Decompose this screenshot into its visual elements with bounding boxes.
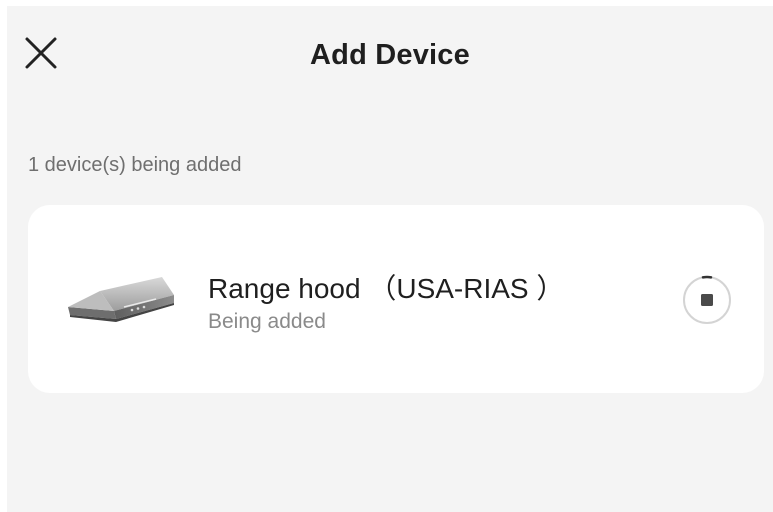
stop-adding-button[interactable] bbox=[682, 275, 732, 325]
devices-being-added-count: 1 device(s) being added bbox=[28, 154, 242, 176]
stop-progress-icon bbox=[683, 275, 731, 324]
device-name: Range hood （USA-RIAS ） bbox=[208, 273, 565, 304]
range-hood-image bbox=[68, 277, 174, 322]
page-title: Add Device bbox=[310, 39, 470, 71]
add-device-screen: Add Device 1 device(s) being added Range… bbox=[7, 6, 773, 512]
device-status: Being added bbox=[208, 310, 326, 333]
device-card: Range hood （USA-RIAS ） Being added bbox=[28, 205, 764, 393]
